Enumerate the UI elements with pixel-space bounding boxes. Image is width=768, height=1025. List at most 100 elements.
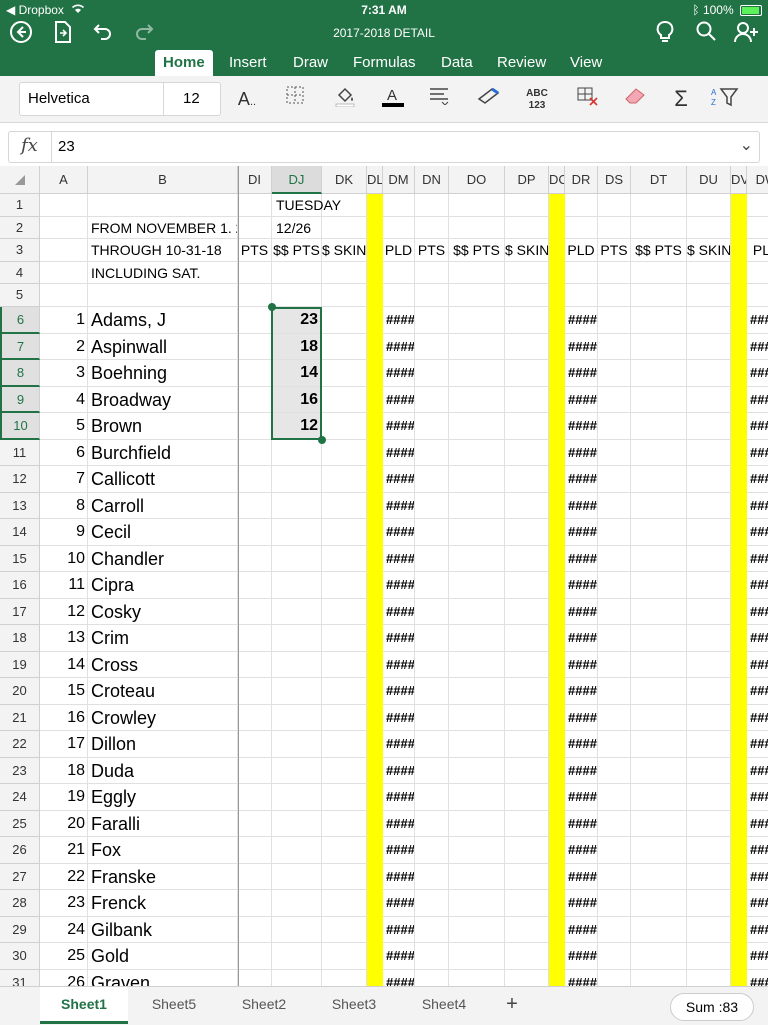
cell[interactable] — [272, 261, 322, 285]
overflow-cell[interactable]: #### — [565, 784, 598, 811]
cell[interactable] — [322, 651, 367, 678]
overflow-cell[interactable]: #### — [565, 307, 598, 334]
overflow-cell[interactable]: #### — [747, 466, 768, 493]
yellow-divider-cell[interactable] — [367, 261, 383, 285]
overflow-cell[interactable]: #### — [747, 731, 768, 758]
font-color-icon[interactable]: A — [378, 85, 408, 113]
column-header-do[interactable]: DO — [449, 166, 505, 194]
yellow-divider-cell[interactable] — [549, 284, 565, 307]
cell[interactable] — [322, 519, 367, 546]
cell[interactable] — [272, 572, 322, 599]
cell[interactable] — [687, 731, 731, 758]
cell[interactable] — [631, 651, 687, 678]
overflow-cell[interactable]: #### — [383, 704, 415, 731]
overflow-cell[interactable]: #### — [565, 625, 598, 652]
row-header[interactable]: 21 — [0, 704, 40, 731]
yellow-divider-cell[interactable] — [549, 863, 565, 890]
cell[interactable] — [747, 284, 768, 307]
cell[interactable] — [565, 194, 598, 217]
cell[interactable] — [238, 651, 272, 678]
cell[interactable] — [415, 545, 449, 572]
yellow-divider-cell[interactable] — [549, 731, 565, 758]
cell[interactable] — [687, 863, 731, 890]
cell[interactable] — [598, 969, 631, 986]
cell[interactable] — [505, 784, 549, 811]
cell[interactable] — [322, 413, 367, 440]
cell[interactable] — [415, 598, 449, 625]
select-all-corner[interactable] — [0, 166, 40, 194]
cell[interactable] — [598, 519, 631, 546]
row-header[interactable]: 11 — [0, 439, 40, 466]
cell[interactable] — [505, 651, 549, 678]
cell[interactable] — [631, 307, 687, 334]
yellow-divider-cell[interactable] — [367, 519, 383, 546]
column-header-dr[interactable]: DR — [565, 166, 598, 194]
status-sum[interactable]: Sum :83 — [670, 993, 754, 1021]
cell[interactable] — [415, 261, 449, 285]
overflow-cell[interactable]: #### — [565, 598, 598, 625]
yellow-divider-cell[interactable] — [731, 194, 747, 217]
overflow-cell[interactable]: #### — [565, 333, 598, 360]
cell[interactable] — [449, 216, 505, 240]
cell[interactable] — [631, 731, 687, 758]
cell[interactable] — [238, 492, 272, 519]
cell[interactable] — [415, 969, 449, 986]
header-text-cell[interactable]: FROM NOVEMBER 1. 2 — [88, 216, 238, 240]
cell[interactable] — [415, 943, 449, 970]
row-header[interactable]: 3 — [0, 239, 40, 262]
row-header[interactable]: 9 — [0, 386, 40, 413]
overflow-cell[interactable]: #### — [383, 572, 415, 599]
overflow-cell[interactable]: #### — [565, 651, 598, 678]
column-header-dv[interactable]: DV — [731, 166, 747, 194]
cell[interactable] — [322, 333, 367, 360]
cell[interactable] — [631, 943, 687, 970]
overflow-cell[interactable]: #### — [747, 917, 768, 943]
cell[interactable] — [449, 651, 505, 678]
player-name[interactable]: Frenck — [88, 890, 238, 917]
yellow-divider-cell[interactable] — [731, 757, 747, 784]
cell[interactable] — [322, 466, 367, 493]
cell[interactable] — [687, 216, 731, 240]
cell[interactable] — [449, 943, 505, 970]
overflow-cell[interactable]: #### — [747, 334, 768, 360]
cell[interactable] — [747, 217, 768, 240]
yellow-divider-cell[interactable] — [549, 261, 565, 285]
cell[interactable] — [687, 890, 731, 917]
yellow-divider-cell[interactable] — [367, 837, 383, 864]
cell[interactable] — [687, 969, 731, 986]
overflow-cell[interactable]: #### — [747, 546, 768, 572]
cell[interactable] — [449, 810, 505, 837]
row-header[interactable]: 28 — [0, 890, 40, 917]
yellow-divider-cell[interactable] — [731, 651, 747, 678]
overflow-cell[interactable]: #### — [747, 890, 768, 917]
column-header-du[interactable]: DU — [687, 166, 731, 194]
function-icon[interactable]: fx — [21, 135, 38, 156]
cell[interactable] — [415, 863, 449, 890]
cell[interactable] — [415, 704, 449, 731]
cell[interactable] — [383, 216, 415, 240]
yellow-divider-cell[interactable] — [367, 360, 383, 387]
yellow-divider-cell[interactable] — [731, 216, 747, 240]
cell[interactable] — [598, 307, 631, 334]
cell[interactable] — [449, 307, 505, 334]
player-name[interactable]: Cecil — [88, 519, 238, 546]
player-name[interactable]: Gilbank — [88, 916, 238, 943]
cell[interactable] — [449, 678, 505, 705]
cell[interactable] — [505, 284, 549, 307]
row-header[interactable]: 1 — [0, 194, 40, 217]
cell[interactable] — [449, 194, 505, 217]
cell[interactable] — [687, 837, 731, 864]
cell[interactable] — [598, 678, 631, 705]
yellow-divider-cell[interactable] — [549, 651, 565, 678]
cell[interactable] — [238, 284, 272, 307]
overflow-cell[interactable]: #### — [747, 758, 768, 784]
player-name[interactable]: Chandler — [88, 545, 238, 572]
player-number[interactable]: 7 — [40, 466, 88, 493]
cell[interactable] — [322, 261, 367, 285]
overflow-cell[interactable]: #### — [565, 386, 598, 413]
yellow-divider-cell[interactable] — [367, 194, 383, 217]
cell[interactable] — [322, 545, 367, 572]
align-icon[interactable] — [424, 85, 454, 113]
cell[interactable] — [449, 545, 505, 572]
cell[interactable] — [687, 466, 731, 493]
